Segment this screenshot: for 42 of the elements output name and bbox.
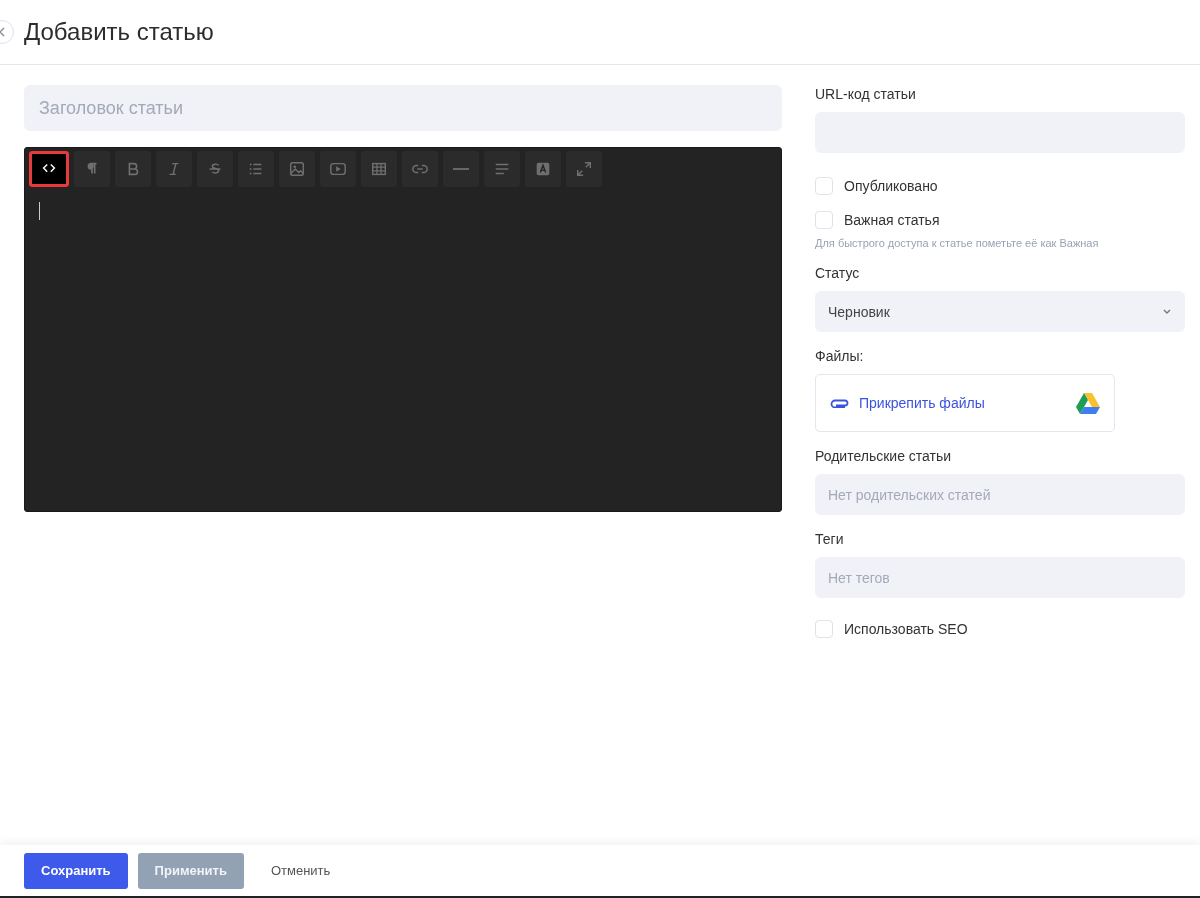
checkbox-label: Важная статья — [844, 212, 940, 228]
field-label: Файлы: — [815, 348, 865, 364]
article-title-field[interactable]: Заголовок статьи — [24, 85, 782, 131]
toolbar-button[interactable] — [566, 151, 602, 187]
toolbar-button[interactable] — [443, 151, 479, 187]
page-title: Добавить статью — [24, 18, 214, 46]
paperclip-icon — [830, 398, 850, 408]
field-label: Статус — [815, 265, 861, 281]
image-icon — [288, 160, 306, 178]
status-select[interactable]: Черновик — [815, 291, 1185, 332]
hint-text: Для быстрого доступа к статье пометьте её как Важная — [815, 237, 1100, 249]
attach-files-link[interactable]: Прикрепить файлы — [859, 395, 1067, 411]
toolbar-button[interactable] — [74, 151, 110, 187]
checkbox[interactable] — [815, 620, 833, 638]
text-cursor — [39, 202, 40, 220]
toolbar-button[interactable] — [361, 151, 397, 187]
table-icon — [370, 160, 388, 178]
fullscreen-icon — [575, 160, 593, 178]
field-label: URL-код статьи — [815, 86, 917, 102]
text-color-icon — [534, 160, 552, 178]
horizontal-rule-icon — [453, 168, 469, 170]
toolbar-button[interactable] — [402, 151, 438, 187]
toolbar-button[interactable] — [29, 151, 69, 187]
checkbox[interactable] — [815, 177, 833, 195]
checkbox-label: Использовать SEO — [844, 621, 968, 637]
toolbar-button[interactable] — [484, 151, 520, 187]
toolbar-button[interactable] — [279, 151, 315, 187]
cancel-button[interactable]: Отменить — [253, 852, 348, 889]
field-label: Теги — [815, 531, 845, 547]
video-icon — [329, 160, 347, 178]
drive-icon[interactable] — [1076, 392, 1100, 414]
action-button[interactable]: Сохранить — [24, 852, 128, 889]
toolbar-button[interactable] — [238, 151, 274, 187]
toolbar-button[interactable] — [320, 151, 356, 187]
field-label: Родительские статьи — [815, 448, 953, 464]
toolbar-button[interactable] — [197, 151, 233, 187]
checkbox-label: Опубликовано — [844, 178, 938, 194]
chevron-left-icon — [0, 27, 6, 37]
checkbox[interactable] — [815, 211, 833, 229]
chevron-down-icon — [1162, 308, 1172, 315]
toolbar-button[interactable] — [525, 151, 561, 187]
toolbar-button[interactable] — [115, 151, 151, 187]
